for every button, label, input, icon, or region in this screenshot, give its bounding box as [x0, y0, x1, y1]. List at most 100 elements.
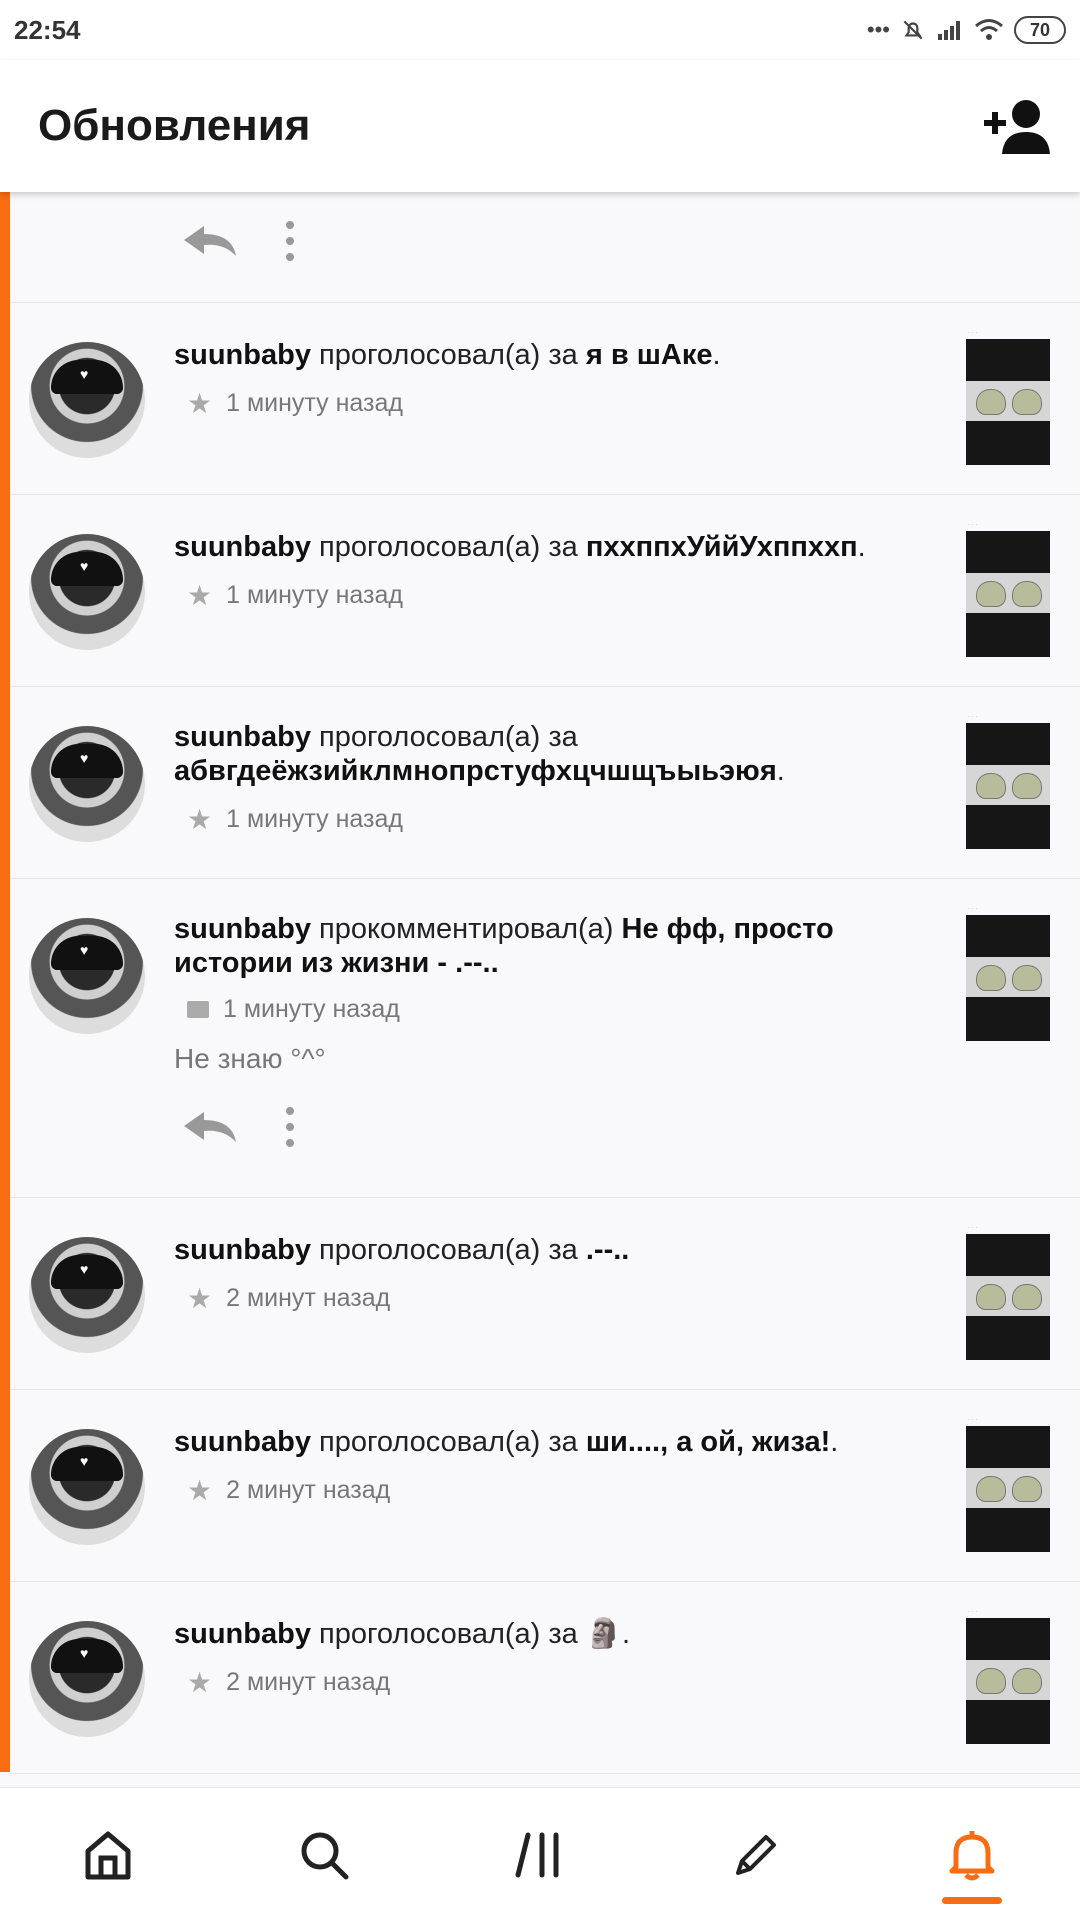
meta: ★ 2 минут назад: [187, 1282, 390, 1315]
star-icon: ★: [187, 388, 213, 419]
timestamp: 1 минуту назад: [226, 805, 403, 833]
bell-icon: [949, 1830, 995, 1880]
avatar[interactable]: ♥: [29, 342, 145, 458]
action-text: прокомментировал(а): [310, 913, 622, 945]
avatar[interactable]: ♥: [29, 1621, 145, 1737]
suffix: .: [776, 755, 785, 787]
meta: ★ 1 минуту назад: [187, 803, 403, 836]
list-item[interactable]: ♥ suunbaby проголосовал(а) за абвгдеёжзи…: [10, 687, 1080, 879]
list-item[interactable]: ♥ suunbaby проголосовал(а) за ши...., а …: [10, 1390, 1080, 1582]
library-icon: [515, 1832, 559, 1877]
suffix: .: [621, 1618, 631, 1650]
nav-library[interactable]: [480, 1800, 600, 1910]
action-text: проголосовал(а) за: [310, 531, 586, 563]
star-icon: ★: [187, 580, 213, 611]
reply-icon[interactable]: [182, 1110, 238, 1144]
target-title[interactable]: ши...., а ой, жиза!: [586, 1426, 830, 1458]
update-text[interactable]: suunbaby проголосовал(а) за абвгдеёжзийк…: [174, 720, 954, 788]
nav-home[interactable]: [48, 1800, 168, 1910]
update-text[interactable]: suunbaby проголосовал(а) за я в шАке.: [174, 338, 954, 372]
target-title[interactable]: абвгдеёжзийклмнопрстуфхцчшщъыьэюя: [174, 755, 777, 787]
suffix: .: [712, 339, 721, 371]
status-bar: 22:54 ••• 70: [0, 0, 1080, 60]
meta: ★ 2 минут назад: [187, 1666, 390, 1699]
comment-icon: [187, 1001, 209, 1018]
story-thumbnail[interactable]: · · ·: [966, 330, 1050, 465]
timestamp: 1 минуту назад: [226, 389, 403, 417]
signal-icon: [938, 21, 960, 40]
story-thumbnail[interactable]: · · ·: [966, 906, 1050, 1041]
target-title[interactable]: .--..: [586, 1234, 630, 1266]
avatar[interactable]: ♥: [29, 1429, 145, 1545]
timestamp: 1 минуту назад: [226, 581, 403, 609]
more-dots-icon: •••: [866, 17, 890, 42]
update-text[interactable]: suunbaby проголосовал(а) за ши...., а ой…: [174, 1425, 954, 1459]
reply-icon[interactable]: [182, 224, 238, 258]
app-bar: Обновления: [0, 60, 1080, 192]
avatar[interactable]: ♥: [29, 534, 145, 650]
story-thumbnail[interactable]: · · ·: [966, 1225, 1050, 1360]
nav-search[interactable]: [264, 1800, 384, 1910]
home-icon: [85, 1831, 131, 1879]
bell-muted-icon: [903, 20, 923, 40]
story-thumbnail[interactable]: · · ·: [966, 714, 1050, 849]
timestamp: 2 минут назад: [226, 1476, 391, 1504]
avatar[interactable]: ♥: [29, 726, 145, 842]
pencil-icon: [736, 1834, 776, 1875]
accent-bar: [0, 192, 10, 1772]
username[interactable]: suunbaby: [174, 913, 311, 945]
list-item[interactable]: ♥ suunbaby проголосовал(а) за 🗿. ★ 2 мину…: [10, 1582, 1080, 1774]
target-title[interactable]: я в шАке: [586, 339, 713, 371]
list-item[interactable]: ♥ suunbaby проголосовал(а) за .--.. ★ 2 м…: [10, 1198, 1080, 1390]
story-thumbnail[interactable]: · · ·: [966, 1609, 1050, 1744]
update-text[interactable]: suunbaby проголосовал(а) за 🗿.: [174, 1617, 954, 1651]
wifi-icon: [975, 19, 1003, 40]
timestamp: 2 минут назад: [226, 1668, 391, 1696]
item-actions: [182, 1106, 296, 1148]
status-time: 22:54: [14, 14, 81, 45]
nav-notifications[interactable]: [912, 1800, 1032, 1910]
username[interactable]: suunbaby: [174, 1426, 311, 1458]
story-thumbnail[interactable]: · · ·: [966, 1417, 1050, 1552]
story-thumbnail[interactable]: · · ·: [966, 522, 1050, 657]
update-text[interactable]: suunbaby проголосовал(а) за пххппхУййУхп…: [174, 530, 954, 564]
list-item-partial: [10, 192, 1080, 303]
action-text: проголосовал(а) за: [310, 721, 578, 753]
target-title[interactable]: пххппхУййУхппххп: [586, 531, 858, 563]
action-text: проголосовал(а) за: [310, 1426, 586, 1458]
avatar[interactable]: ♥: [29, 918, 145, 1034]
action-text: проголосовал(а) за: [310, 1618, 586, 1650]
meta: ★ 2 минут назад: [187, 1474, 390, 1507]
nav-write[interactable]: [696, 1800, 816, 1910]
action-text: проголосовал(а) за: [310, 1234, 586, 1266]
avatar[interactable]: ♥: [29, 1237, 145, 1353]
meta: 1 минуту назад: [187, 995, 400, 1024]
update-text[interactable]: suunbaby прокомментировал(а) Не фф, прос…: [174, 912, 954, 980]
list-item[interactable]: ♥ suunbaby проголосовал(а) за я в шАке. …: [10, 303, 1080, 495]
status-icons: ••• 70: [867, 16, 1066, 44]
more-vertical-icon[interactable]: [284, 1106, 296, 1148]
star-icon: ★: [187, 1667, 213, 1698]
meta: ★ 1 минуту назад: [187, 579, 403, 612]
star-icon: ★: [187, 1283, 213, 1314]
meta: ★ 1 минуту назад: [187, 387, 403, 420]
update-text[interactable]: suunbaby проголосовал(а) за .--..: [174, 1233, 954, 1267]
username[interactable]: suunbaby: [174, 339, 311, 371]
page-title: Обновления: [38, 101, 311, 150]
suffix: .: [830, 1426, 839, 1458]
username[interactable]: suunbaby: [174, 1234, 311, 1266]
list-item[interactable]: ♥ suunbaby проголосовал(а) за пххппхУййУ…: [10, 495, 1080, 687]
username[interactable]: suunbaby: [174, 1618, 311, 1650]
feed-list: ♥ suunbaby проголосовал(а) за я в шАке. …: [10, 192, 1080, 1774]
target-title[interactable]: 🗿: [586, 1618, 622, 1650]
star-icon: ★: [187, 804, 213, 835]
add-user-icon[interactable]: [984, 98, 1050, 154]
username[interactable]: suunbaby: [174, 721, 311, 753]
list-item-comment[interactable]: ♥ suunbaby прокомментировал(а) Не фф, пр…: [10, 879, 1080, 1198]
battery-indicator: 70: [1014, 16, 1066, 44]
timestamp: 1 минуту назад: [223, 995, 400, 1023]
more-vertical-icon[interactable]: [284, 220, 296, 262]
username[interactable]: suunbaby: [174, 531, 311, 563]
action-text: проголосовал(а) за: [310, 339, 586, 371]
feed-area: ♥ suunbaby проголосовал(а) за я в шАке. …: [0, 192, 1080, 1787]
